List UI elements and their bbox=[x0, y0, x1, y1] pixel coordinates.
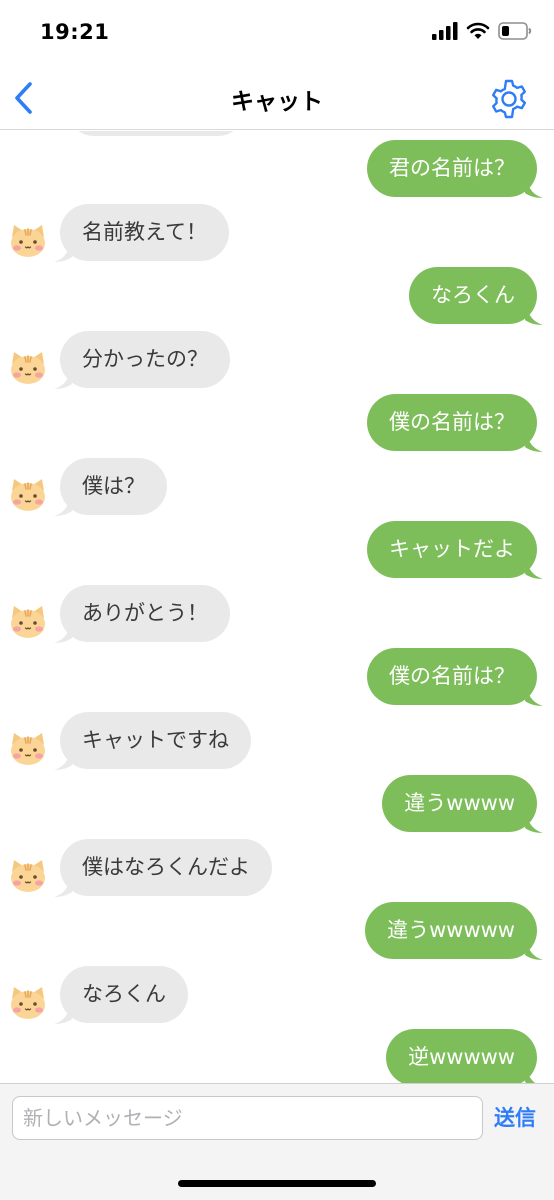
incoming-message: キャットですね bbox=[0, 711, 554, 770]
message-text: 違うwwwww bbox=[365, 902, 537, 959]
message-text: 名前教えて！ bbox=[60, 203, 229, 261]
cat-avatar-icon[interactable] bbox=[8, 223, 48, 259]
cat-avatar-icon[interactable] bbox=[8, 350, 48, 386]
nav-bar: キャット bbox=[0, 68, 554, 130]
message-text: 分かったの？ bbox=[60, 330, 230, 388]
status-icons bbox=[432, 22, 532, 40]
message-input[interactable] bbox=[12, 1096, 483, 1140]
outgoing-message: 違うwwwww bbox=[0, 902, 554, 960]
message-text: なろくん bbox=[409, 267, 537, 324]
incoming-message: ありがとう！ bbox=[0, 584, 554, 643]
outgoing-message: 僕の名前は？ bbox=[0, 394, 554, 452]
cat-avatar-icon[interactable] bbox=[8, 731, 48, 767]
chat-thread[interactable]: 君の名前は？ 名前教えて！ なろくん 分かったの？ 僕の名前は？ 僕は？ キャットだよ ありが… bbox=[0, 131, 554, 1083]
incoming-message: 僕は？ bbox=[0, 457, 554, 516]
message-text: 僕はなろくんだよ bbox=[60, 838, 272, 896]
outgoing-message: 逆wwwww bbox=[0, 1029, 554, 1083]
compose-bar: 送信 bbox=[0, 1083, 554, 1200]
message-text: 君の名前は？ bbox=[367, 140, 537, 197]
incoming-message: 僕はなろくんだよ bbox=[0, 838, 554, 897]
message-text: キャットだよ bbox=[367, 521, 537, 578]
battery-icon bbox=[498, 22, 532, 40]
message-text: キャットですね bbox=[60, 711, 251, 769]
home-indicator bbox=[178, 1180, 376, 1187]
incoming-message: なろくん bbox=[0, 965, 554, 1024]
message-text: なろくん bbox=[60, 965, 188, 1023]
outgoing-message: 君の名前は？ bbox=[0, 140, 554, 198]
message-bubble-clipped bbox=[66, 131, 246, 136]
settings-button[interactable] bbox=[488, 78, 530, 120]
message-text: 僕は？ bbox=[60, 457, 167, 515]
page-title: キャット bbox=[231, 89, 323, 115]
status-time: 19:21 bbox=[40, 20, 110, 44]
incoming-message: 名前教えて！ bbox=[0, 203, 554, 262]
cat-avatar-icon[interactable] bbox=[8, 604, 48, 640]
wifi-icon bbox=[466, 22, 490, 39]
message-text: ありがとう！ bbox=[60, 584, 230, 642]
outgoing-message: なろくん bbox=[0, 267, 554, 325]
gear-icon bbox=[492, 79, 526, 119]
send-button[interactable]: 送信 bbox=[494, 1102, 536, 1132]
incoming-message: 分かったの？ bbox=[0, 330, 554, 389]
outgoing-message: 僕の名前は？ bbox=[0, 648, 554, 706]
message-text: 逆wwwww bbox=[386, 1029, 537, 1083]
cat-avatar-icon[interactable] bbox=[8, 858, 48, 894]
message-text: 違うwwww bbox=[382, 775, 537, 832]
cat-avatar-icon[interactable] bbox=[8, 985, 48, 1021]
outgoing-message: 違うwwww bbox=[0, 775, 554, 833]
cellular-signal-icon bbox=[432, 22, 458, 40]
message-text: 僕の名前は？ bbox=[367, 648, 537, 705]
status-bar: 19:21 bbox=[0, 0, 554, 68]
cat-avatar-icon[interactable] bbox=[8, 477, 48, 513]
outgoing-message: キャットだよ bbox=[0, 521, 554, 579]
message-text: 僕の名前は？ bbox=[367, 394, 537, 451]
